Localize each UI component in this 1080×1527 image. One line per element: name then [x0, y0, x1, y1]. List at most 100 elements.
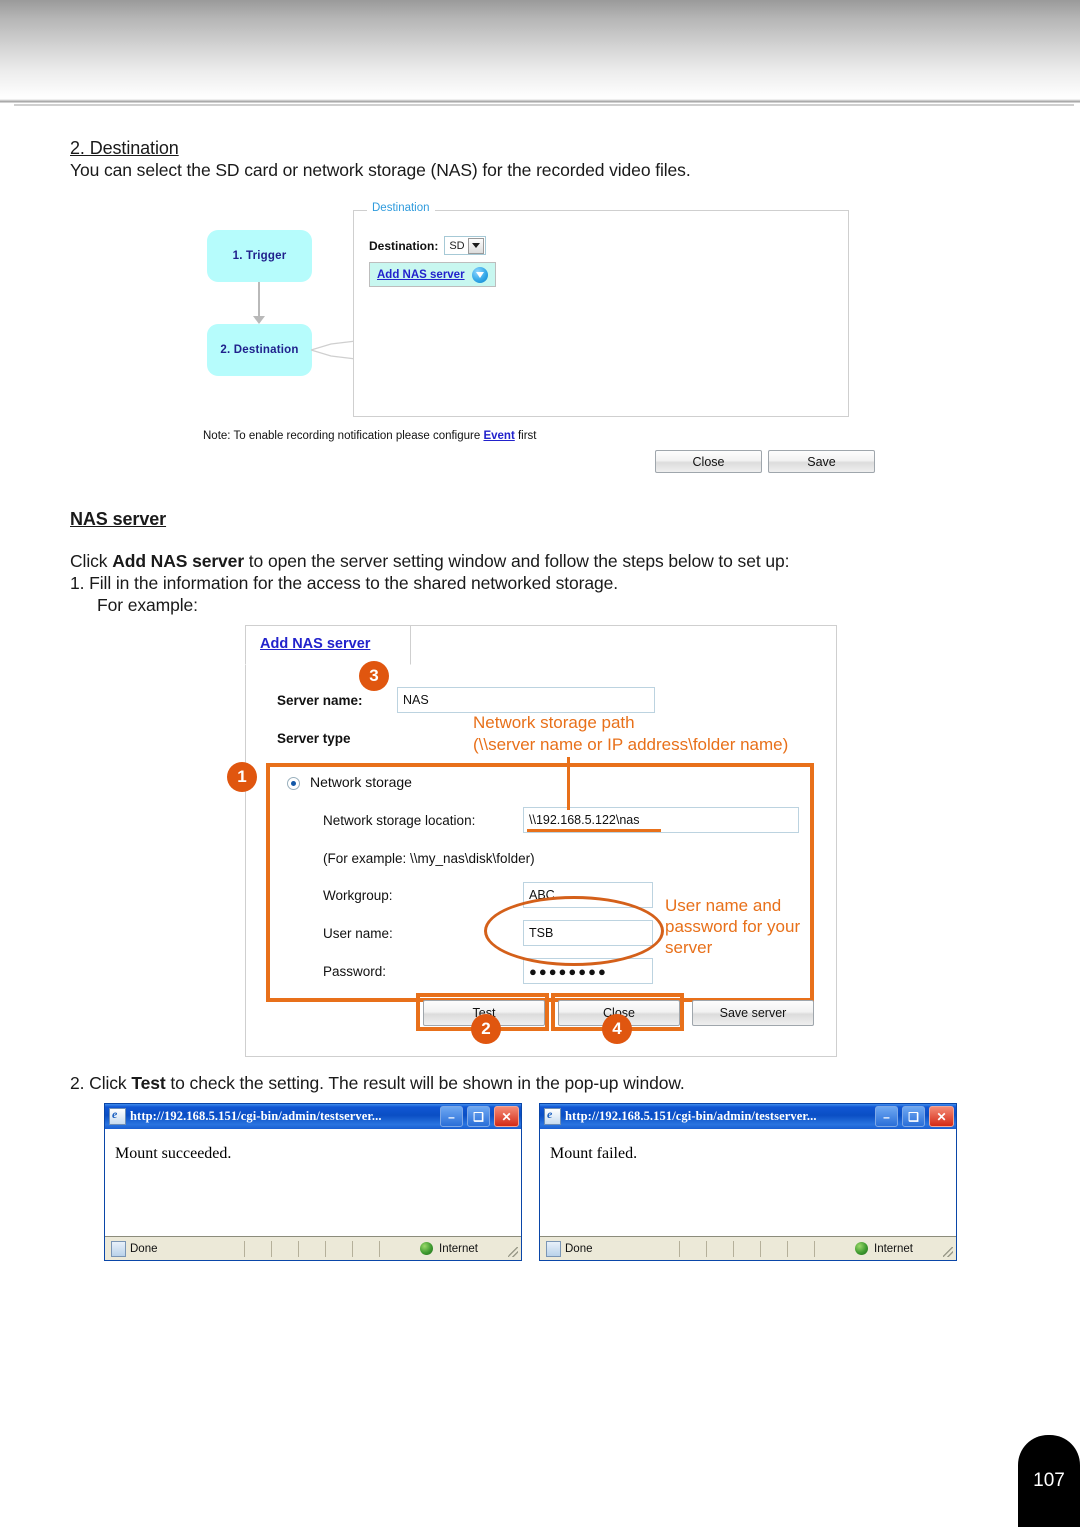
network-storage-location-value: \\192.168.5.122\nas: [529, 813, 640, 827]
click-instruction-prefix: Click: [70, 551, 113, 571]
destination-note: Note: To enable recording notification p…: [203, 430, 537, 442]
annotation-credentials-line-3: server: [665, 938, 713, 957]
destination-note-suffix: first: [514, 430, 537, 442]
server-name-label: Server name:: [277, 693, 363, 708]
globe-icon: [855, 1242, 868, 1255]
annotation-path-leader-line: [567, 757, 570, 810]
nas-save-server-button-label: Save server: [719, 1006, 787, 1020]
page-icon: [111, 1240, 126, 1257]
destination-select-value: SD: [449, 239, 465, 252]
step-2-suffix: to check the setting. The result will be…: [165, 1073, 685, 1093]
add-nas-server-tab[interactable]: Add NAS server: [245, 625, 411, 665]
minimize-button[interactable]: –: [440, 1106, 463, 1127]
flow-step-trigger[interactable]: 1. Trigger: [207, 230, 312, 282]
popup-status-blank-2: [272, 1240, 299, 1257]
minimize-button[interactable]: –: [875, 1106, 898, 1127]
destination-close-button-label: Close: [692, 454, 725, 469]
add-nas-server-button[interactable]: Add NAS server: [369, 262, 496, 287]
destination-close-button[interactable]: Close: [655, 450, 762, 473]
popup-status-blank-1: [680, 1240, 707, 1257]
popup-window-mount-succeeded: http://192.168.5.151/cgi-bin/admin/tests…: [104, 1103, 522, 1261]
chevron-down-icon[interactable]: [467, 237, 484, 254]
password-input[interactable]: ●●●●●●●●: [523, 958, 653, 984]
destination-select-row: Destination: SD: [369, 236, 486, 255]
ie-page-icon: [109, 1107, 126, 1125]
workgroup-input[interactable]: ABC: [523, 882, 653, 908]
maximize-icon: ❑: [908, 1109, 919, 1124]
destination-fieldset-legend: Destination: [367, 202, 435, 214]
popup-status-blank-4: [761, 1240, 788, 1257]
add-nas-server-tab-label: Add NAS server: [260, 636, 371, 652]
popup-statusbar: Done Internet: [105, 1237, 521, 1260]
popup-status-segment: Done: [540, 1240, 680, 1257]
popup-title-text: http://192.168.5.151/cgi-bin/admin/tests…: [565, 1109, 817, 1123]
flow-step-destination-label: 2. Destination: [220, 344, 299, 356]
popup-status-blank-5: [353, 1240, 380, 1257]
flow-step-trigger-label: 1. Trigger: [232, 250, 287, 262]
close-icon: ✕: [936, 1109, 947, 1124]
popup-body-text: Mount succeeded.: [115, 1145, 232, 1162]
popup-status-blank-4: [326, 1240, 353, 1257]
username-label: User name:: [323, 926, 393, 941]
flow-arrow-line: [258, 282, 260, 318]
annotation-path-line-1: Network storage path: [473, 713, 635, 732]
nas-save-server-button[interactable]: Save server: [692, 1000, 814, 1026]
flow-arrow-head-icon: [253, 316, 265, 324]
page-header-band: [0, 0, 1080, 100]
popup-body: Mount succeeded.: [105, 1129, 521, 1237]
close-button[interactable]: ✕: [494, 1106, 519, 1127]
annotation-credentials-line-1: User name and: [665, 896, 782, 915]
step-1-subtext: For example:: [97, 595, 198, 615]
network-storage-location-label: Network storage location:: [323, 813, 476, 828]
page-number-tab: 107: [1018, 1435, 1080, 1527]
popup-body: Mount failed.: [540, 1129, 956, 1237]
click-instruction-line: Click Add NAS server to open the server …: [70, 551, 789, 572]
server-name-input[interactable]: NAS: [397, 687, 655, 713]
minimize-icon: –: [448, 1109, 455, 1124]
event-link[interactable]: Event: [483, 430, 514, 442]
popup-zone-segment: Internet: [380, 1241, 521, 1257]
step-2-prefix: 2. Click: [70, 1073, 132, 1093]
popup-status-blank-3: [734, 1240, 761, 1257]
page-header-rule-secondary: [14, 104, 1074, 106]
server-type-label: Server type: [277, 731, 351, 746]
username-input[interactable]: TSB: [523, 920, 653, 946]
destination-select[interactable]: SD: [444, 236, 486, 255]
callout-4: 4: [602, 1014, 632, 1044]
popup-zone-text: Internet: [874, 1242, 913, 1255]
popup-status-blank-1: [245, 1240, 272, 1257]
popup-titlebar: http://192.168.5.151/cgi-bin/admin/tests…: [105, 1104, 521, 1129]
password-input-value: ●●●●●●●●: [529, 963, 608, 979]
workgroup-label: Workgroup:: [323, 888, 393, 903]
maximize-button[interactable]: ❑: [902, 1106, 925, 1127]
popup-status-text: Done: [130, 1242, 158, 1255]
popup-status-blank-5: [788, 1240, 815, 1257]
username-input-value: TSB: [529, 926, 554, 940]
page-number: 107: [1033, 1470, 1065, 1491]
expand-down-icon: [471, 266, 488, 283]
network-storage-radio[interactable]: [287, 777, 300, 790]
flow-step-destination[interactable]: 2. Destination: [207, 324, 312, 376]
step-1-text: 1. Fill in the information for the acces…: [70, 573, 619, 593]
destination-save-button[interactable]: Save: [768, 450, 875, 473]
maximize-button[interactable]: ❑: [467, 1106, 490, 1127]
popup-titlebar: http://192.168.5.151/cgi-bin/admin/tests…: [540, 1104, 956, 1129]
annotation-credentials-line-2: password for your: [665, 917, 801, 936]
close-icon: ✕: [501, 1109, 512, 1124]
network-storage-example: (For example: \\my_nas\disk\folder): [323, 851, 535, 866]
resize-grip[interactable]: [943, 1247, 953, 1257]
popup-window-mount-failed: http://192.168.5.151/cgi-bin/admin/tests…: [539, 1103, 957, 1261]
popup-statusbar: Done Internet: [540, 1237, 956, 1260]
popup-status-blank-2: [707, 1240, 734, 1257]
workgroup-input-value: ABC: [529, 888, 555, 902]
destination-note-prefix: Note: To enable recording notification p…: [203, 430, 484, 442]
callout-1: 1: [227, 762, 257, 792]
globe-icon: [420, 1242, 433, 1255]
page-header-rule: [0, 99, 1080, 103]
destination-label: Destination:: [369, 238, 439, 253]
destination-settings-window: 1. Trigger 2. Destination Destination De…: [203, 200, 878, 475]
close-button[interactable]: ✕: [929, 1106, 954, 1127]
section-heading: 2. Destination: [70, 138, 179, 158]
resize-grip[interactable]: [508, 1247, 518, 1257]
minimize-icon: –: [883, 1109, 890, 1124]
